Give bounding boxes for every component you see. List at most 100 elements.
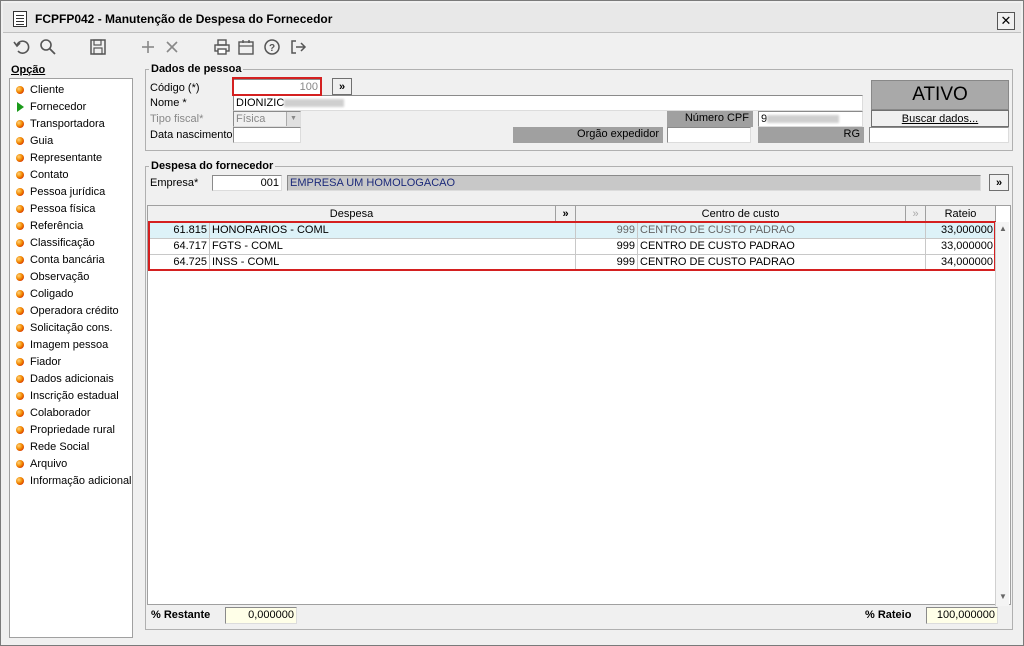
cell-rateio[interactable]: 34,000000 [926,255,996,271]
help-icon[interactable]: ? [261,38,283,60]
sidebar-item[interactable]: Representante [14,150,132,166]
cell-despesa[interactable]: INSS - COML [210,255,576,271]
bullet-icon [16,477,24,485]
despesa-lookup-button[interactable]: » [556,206,576,222]
cell-centro[interactable]: CENTRO DE CUSTO PADRAO [638,223,926,239]
sidebar-item-label: Conta bancária [30,254,105,266]
sidebar-item[interactable]: Coligado [14,286,132,302]
main-window: FCPFP042 - Manutenção de Despesa do Forn… [0,0,1024,646]
sidebar-title: Opção [11,64,46,76]
sidebar-item[interactable]: Pessoa física [14,201,132,217]
centro-lookup-button[interactable]: » [906,206,926,222]
sidebar-item-label: Rede Social [30,441,90,453]
redacted-text [767,115,840,124]
cell-rateio[interactable]: 33,000000 [926,223,996,239]
cell-despesa[interactable]: FGTS - COML [210,239,576,255]
rateio-total-field: 100,000000 [926,607,998,624]
exit-icon[interactable] [287,38,309,60]
cell-code[interactable]: 64.717 [148,239,210,255]
add-icon[interactable] [137,38,159,60]
sidebar-item[interactable]: Cliente [14,82,132,98]
nome-value: DIONIZIC [236,97,285,109]
bullet-icon [16,375,24,383]
arrow-right-icon [17,102,24,112]
status-badge: ATIVO [871,80,1009,110]
sidebar-item[interactable]: Solicitação cons. [14,320,132,336]
close-button[interactable]: ✕ [997,12,1015,30]
bullet-icon [16,409,24,417]
sidebar-item[interactable]: Pessoa jurídica [14,184,132,200]
cell-rateio[interactable]: 33,000000 [926,239,996,255]
column-header-rateio[interactable]: Rateio [926,206,996,222]
sidebar-item-label: Coligado [30,288,74,300]
sidebar-item[interactable]: Fiador [14,354,132,370]
bullet-icon [16,188,24,196]
search-icon[interactable] [37,38,59,60]
rg-label: RG [758,127,864,143]
sidebar-item[interactable]: Imagem pessoa [14,337,132,353]
column-header-despesa[interactable]: Despesa [148,206,556,222]
sidebar-item[interactable]: Arquivo [14,456,132,472]
bullet-icon [16,205,24,213]
sidebar-item[interactable]: Inscrição estadual [14,388,132,404]
cell-centro[interactable]: CENTRO DE CUSTO PADRAO [638,255,926,271]
sidebar-item[interactable]: Classificação [14,235,132,251]
sidebar-item[interactable]: Propriedade rural [14,422,132,438]
calendar-icon[interactable] [235,38,257,60]
cpf-field[interactable]: 9 [758,111,863,127]
undo-icon[interactable] [11,38,33,60]
sidebar-item[interactable]: Colaborador [14,405,132,421]
print-icon[interactable] [211,38,233,60]
bullet-icon [16,426,24,434]
data-nascimento-label: Data nascimento [150,129,233,141]
save-icon[interactable] [87,38,109,60]
sidebar-item[interactable]: Fornecedor [14,99,132,115]
cell-despesa[interactable]: HONORARIOS - COML [210,223,576,239]
bullet-icon [16,443,24,451]
sidebar-item[interactable]: Guia [14,133,132,149]
codigo-label: Código (*) [150,82,200,94]
cell-code[interactable]: 61.815 [148,223,210,239]
cell-cc-code[interactable]: 999 [576,255,638,271]
sidebar-item-label: Fornecedor [30,101,87,113]
column-header-centro-custo[interactable]: Centro de custo [576,206,906,222]
scroll-down-icon[interactable]: ▼ [996,590,1010,604]
bullet-icon [16,222,24,230]
despesa-grid: Despesa » Centro de custo » Rateio 61.81… [147,205,1011,605]
sidebar-item[interactable]: Observação [14,269,132,285]
sidebar-item[interactable]: Dados adicionais [14,371,132,387]
data-nascimento-field[interactable] [233,127,301,143]
orgao-expedidor-label: Orgão expedidor [513,127,663,143]
cell-cc-code[interactable]: 999 [576,239,638,255]
window-title: FCPFP042 - Manutenção de Despesa do Forn… [35,12,333,26]
sidebar-item[interactable]: Operadora crédito [14,303,132,319]
nome-field[interactable]: DIONIZIC [233,95,863,111]
redacted-text [284,99,345,108]
sidebar-item-label: Propriedade rural [30,424,115,436]
sidebar-item[interactable]: Referência [14,218,132,234]
sidebar-item[interactable]: Informação adicional [14,473,132,489]
cell-centro[interactable]: CENTRO DE CUSTO PADRAO [638,239,926,255]
sidebar-item-label: Dados adicionais [30,373,114,385]
cell-cc-code[interactable]: 999 [576,223,638,239]
codigo-field[interactable]: 100 [233,79,321,95]
sidebar-item[interactable]: Rede Social [14,439,132,455]
sidebar-item[interactable]: Contato [14,167,132,183]
delete-icon[interactable] [161,38,183,60]
orgao-expedidor-field[interactable] [667,127,751,143]
codigo-lookup-button[interactable]: » [332,78,352,95]
cell-code[interactable]: 64.725 [148,255,210,271]
buscar-dados-button[interactable]: Buscar dados... [871,110,1009,127]
bullet-icon [16,307,24,315]
sidebar-item[interactable]: Conta bancária [14,252,132,268]
tipo-fiscal-select[interactable]: Física ▼ [233,111,301,127]
sidebar-item[interactable]: Transportadora [14,116,132,132]
scroll-up-icon[interactable]: ▲ [996,222,1010,236]
grid-scrollbar[interactable]: ▲ ▼ [995,222,1009,606]
empresa-code-field[interactable]: 001 [212,175,282,191]
empresa-lookup-button[interactable]: » [989,174,1009,191]
sidebar-item-label: Arquivo [30,458,68,470]
bullet-icon [16,86,24,94]
chevron-down-icon[interactable]: ▼ [286,112,300,126]
rg-field[interactable] [869,127,1009,143]
